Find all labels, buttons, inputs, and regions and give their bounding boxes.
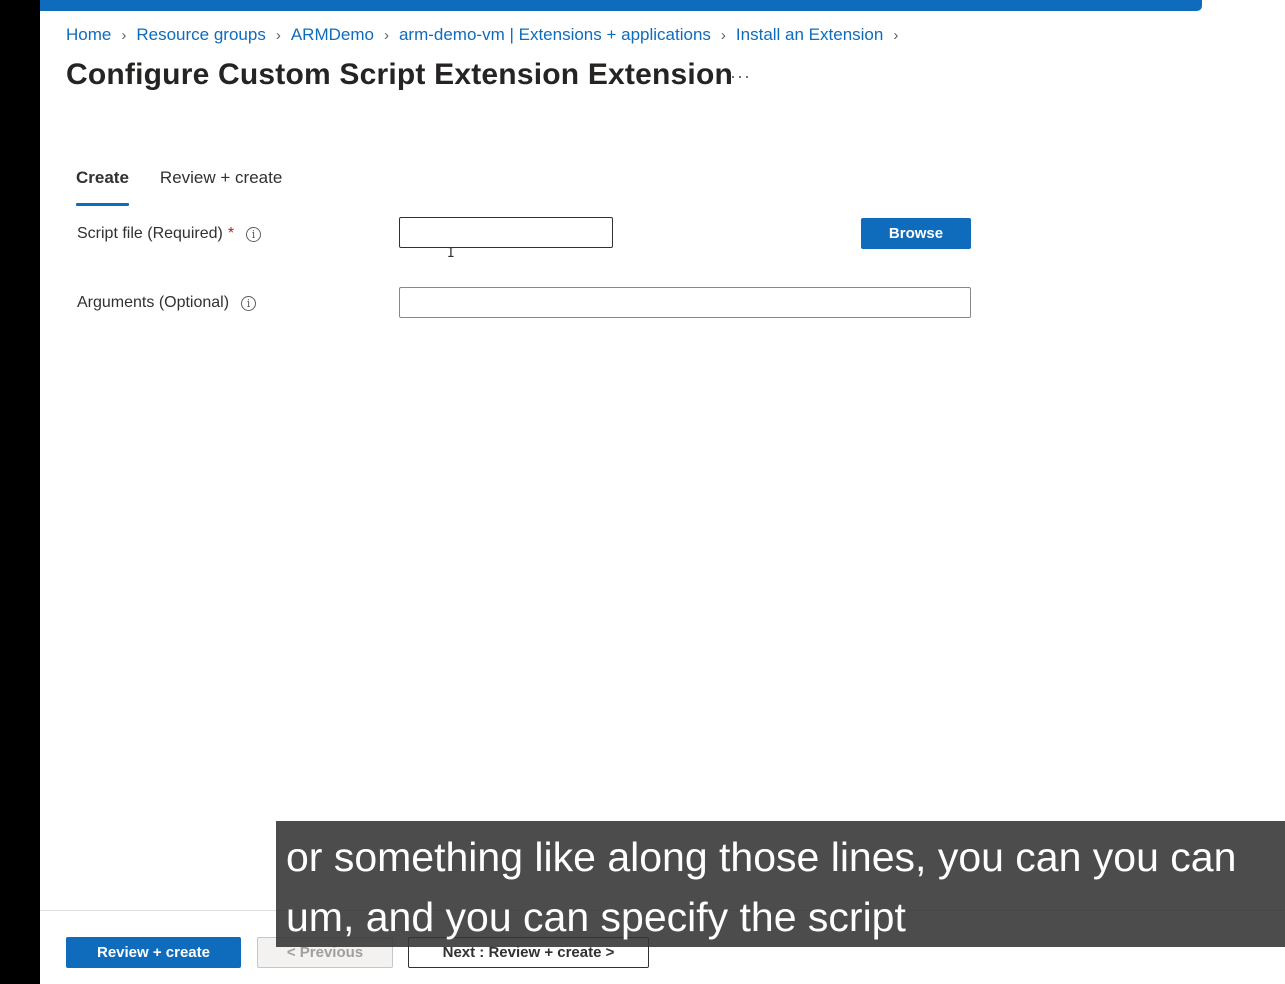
top-header-strip — [40, 0, 1285, 11]
chevron-right-icon: › — [720, 26, 726, 44]
review-create-button[interactable]: Review + create — [66, 937, 241, 968]
script-file-label: Script file (Required) — [77, 225, 223, 242]
caption-line-2: um, and you can specify the script — [286, 894, 906, 940]
chevron-right-icon: › — [275, 26, 281, 44]
tab-create[interactable]: Create — [76, 168, 129, 206]
browse-button[interactable]: Browse — [861, 218, 971, 249]
video-caption: or something like along those lines, you… — [276, 821, 1285, 947]
arguments-label: Arguments (Optional) — [77, 294, 230, 311]
script-file-input[interactable] — [399, 217, 613, 248]
tab-bar: Create Review + create — [76, 168, 313, 206]
left-dark-bar — [0, 0, 40, 984]
breadcrumb-home[interactable]: Home — [66, 25, 111, 45]
breadcrumb-vm-extensions[interactable]: arm-demo-vm | Extensions + applications — [399, 25, 711, 45]
more-icon[interactable]: ··· — [730, 66, 751, 87]
tab-review-create[interactable]: Review + create — [160, 168, 282, 204]
breadcrumb-install-extension[interactable]: Install an Extension — [736, 25, 883, 45]
breadcrumb-resource-groups[interactable]: Resource groups — [136, 25, 265, 45]
info-icon[interactable]: i — [241, 295, 257, 311]
text-cursor-icon: I — [447, 246, 455, 261]
info-icon[interactable]: i — [246, 226, 262, 242]
chevron-right-icon: › — [893, 26, 899, 44]
caption-line-1: or something like along those lines, you… — [286, 834, 1237, 880]
breadcrumb-armdemo[interactable]: ARMDemo — [291, 25, 374, 45]
chevron-right-icon: › — [121, 26, 127, 44]
arguments-label-row: Arguments (Optional) i — [77, 294, 257, 312]
script-file-label-row: Script file (Required) * i — [77, 225, 262, 243]
chevron-right-icon: › — [383, 26, 389, 44]
breadcrumb: Home › Resource groups › ARMDemo › arm-d… — [66, 22, 908, 48]
required-indicator: * — [227, 225, 235, 242]
arguments-input[interactable] — [399, 287, 971, 318]
top-header-bar — [40, 0, 1202, 11]
page-title: Configure Custom Script Extension Extens… — [66, 58, 734, 91]
